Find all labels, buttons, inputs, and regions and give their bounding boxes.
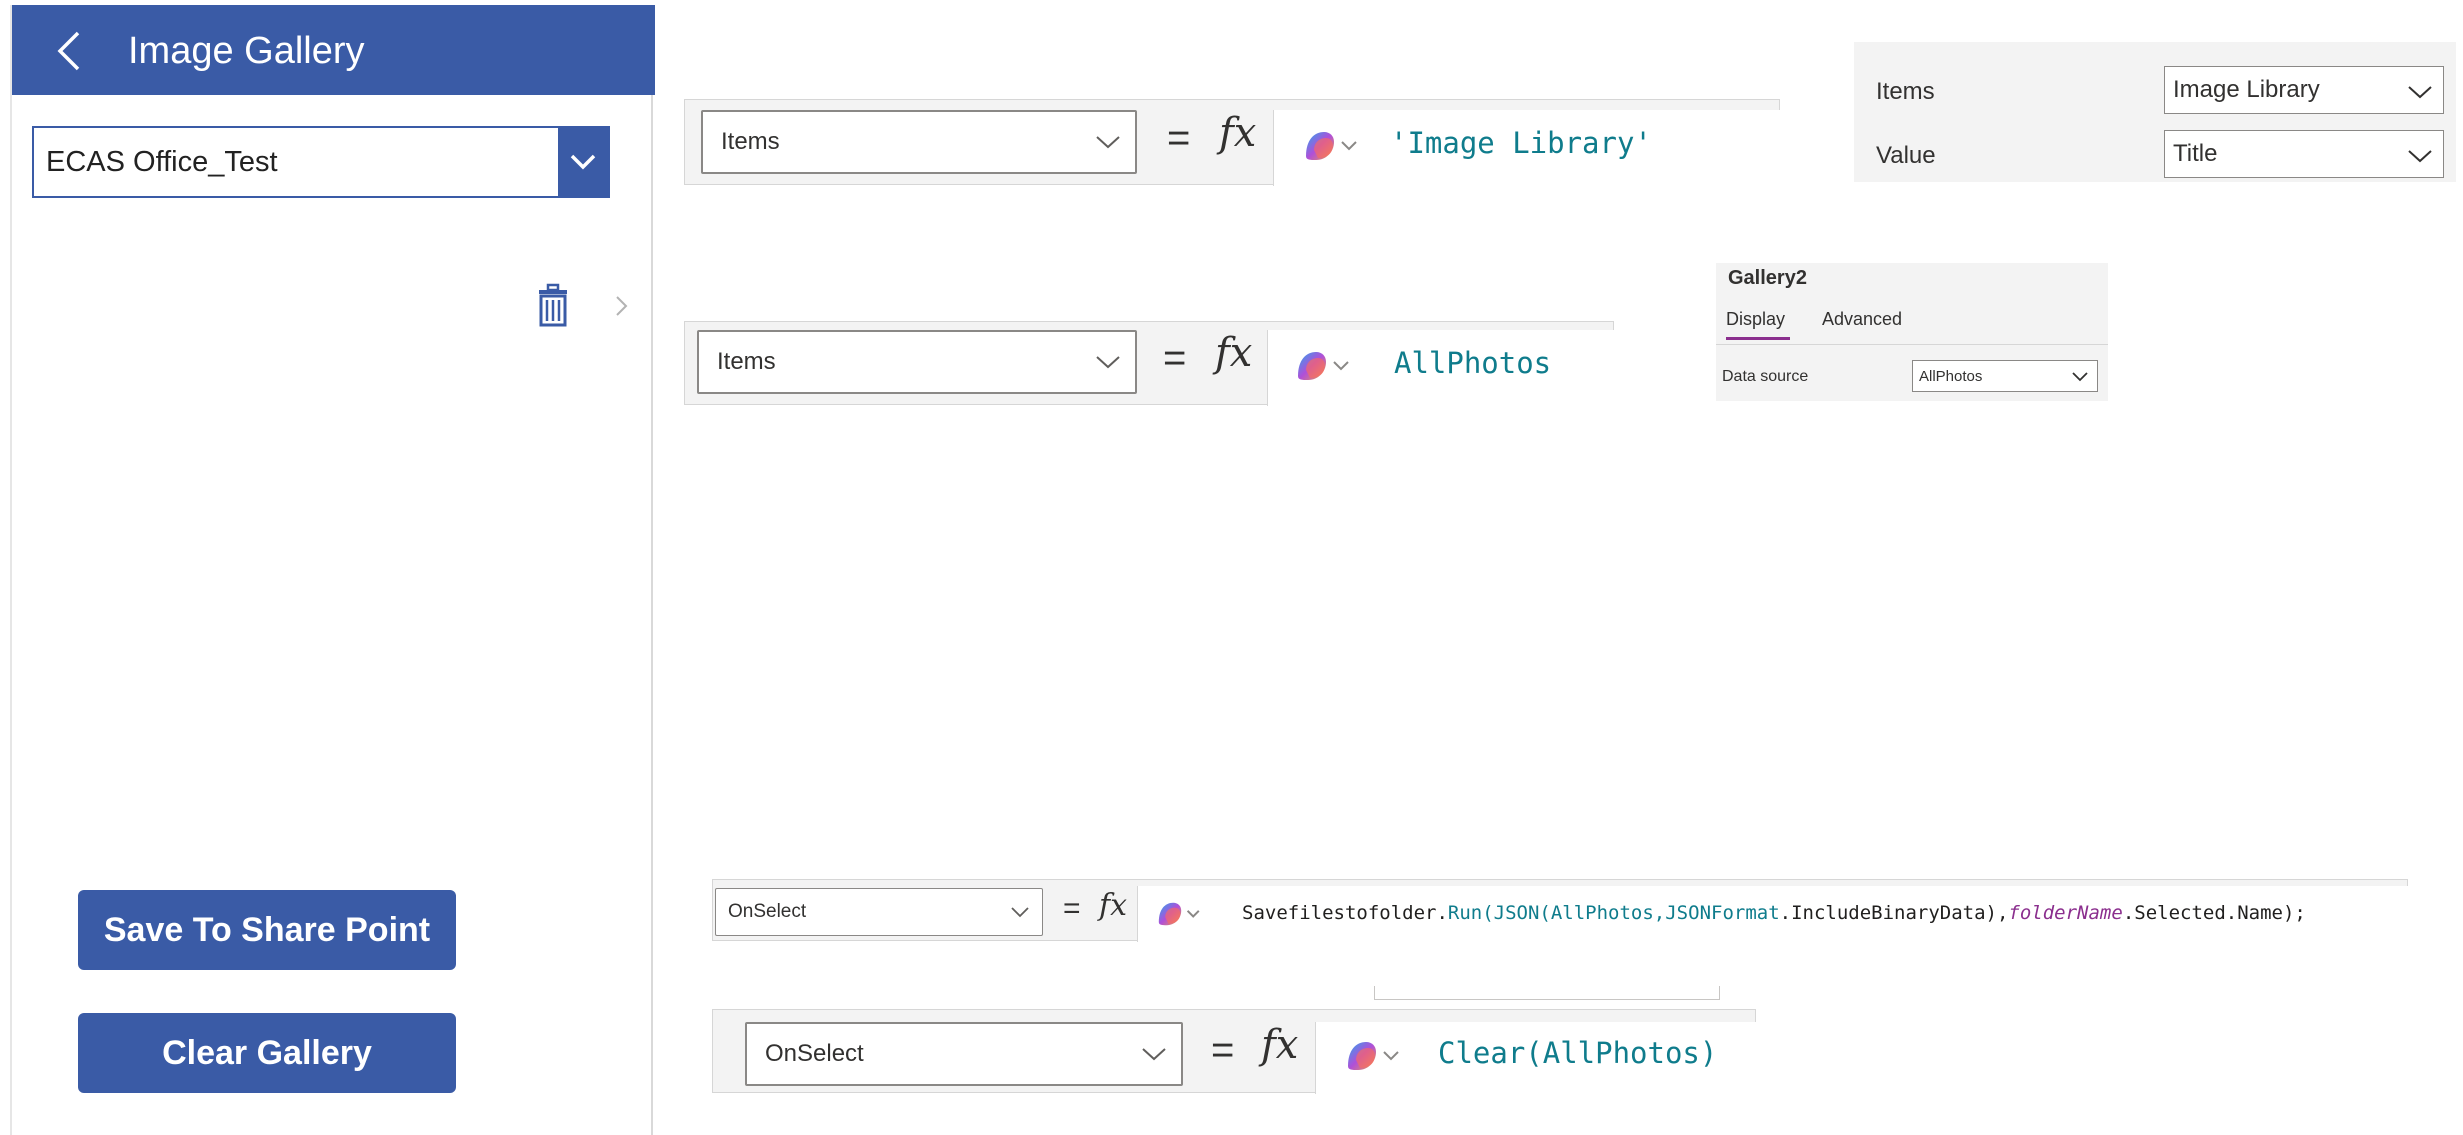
- data-source-dropdown[interactable]: AllPhotos: [1912, 360, 2098, 392]
- value-property-label: Value: [1876, 142, 1936, 169]
- code-binary-arg: .IncludeBinaryData),: [1779, 902, 2009, 924]
- background-control-fragment: [1374, 986, 1720, 1000]
- formula-code: 'Image Library': [1390, 126, 1652, 160]
- property-selector[interactable]: OnSelect: [715, 888, 1043, 936]
- copilot-icon[interactable]: [1154, 898, 1202, 930]
- property-name: OnSelect: [728, 901, 807, 922]
- app-header: Image Gallery: [12, 5, 655, 95]
- value-property-value: Title: [2173, 140, 2218, 167]
- formula-editor[interactable]: 'Image Library': [1273, 110, 1781, 186]
- items-property-value: Image Library: [2173, 76, 2320, 103]
- dropdown-toggle-button[interactable]: [558, 128, 608, 196]
- formula-bar-save: OnSelect = fx Savefilestofolder.Run(JSON…: [712, 879, 2409, 942]
- active-tab-underline: [1726, 337, 1790, 340]
- divider: [1716, 344, 2108, 345]
- back-chevron-icon[interactable]: [50, 29, 90, 73]
- code-control-ref: folderName: [2008, 902, 2123, 924]
- property-selector[interactable]: Items: [701, 110, 1137, 174]
- chevron-down-icon: [2408, 86, 2432, 99]
- equals-sign: =: [1063, 892, 1081, 925]
- fx-icon: fx: [1099, 888, 1128, 923]
- value-property-dropdown[interactable]: Title: [2164, 130, 2444, 178]
- clear-gallery-button[interactable]: Clear Gallery: [78, 1013, 456, 1093]
- chevron-down-icon: [570, 154, 596, 170]
- equals-sign: =: [1167, 116, 1191, 160]
- folder-dropdown-value: ECAS Office_Test: [46, 146, 278, 178]
- copilot-icon[interactable]: [1300, 126, 1360, 166]
- formula-bar-items-gallery: Items = fx AllPhotos: [684, 321, 1615, 406]
- items-property-label: Items: [1876, 78, 1935, 105]
- property-name: Items: [721, 128, 780, 155]
- chevron-right-icon[interactable]: [612, 289, 632, 323]
- data-source-value: AllPhotos: [1919, 368, 1983, 385]
- equals-sign: =: [1211, 1028, 1235, 1072]
- chevron-down-icon: [1142, 1048, 1166, 1061]
- chevron-down-icon: [2408, 150, 2432, 163]
- formula-code: Clear(AllPhotos): [1438, 1036, 1718, 1070]
- copilot-icon[interactable]: [1342, 1036, 1402, 1076]
- property-name: Items: [717, 348, 776, 375]
- formula-code: Savefilestofolder.Run(JSON(AllPhotos,JSO…: [1242, 902, 2306, 924]
- formula-editor[interactable]: Savefilestofolder.Run(JSON(AllPhotos,JSO…: [1137, 886, 2409, 942]
- formula-editor[interactable]: Clear(AllPhotos): [1315, 1022, 1757, 1094]
- control-name: Gallery2: [1728, 267, 1807, 289]
- formula-bar-items-library: Items = fx 'Image Library': [684, 99, 1781, 186]
- folder-dropdown[interactable]: ECAS Office_Test: [32, 126, 610, 198]
- code-flow-name: Savefilestofolder.: [1242, 902, 1448, 924]
- tab-display[interactable]: Display: [1726, 309, 1785, 330]
- equals-sign: =: [1163, 336, 1187, 380]
- chevron-down-icon: [1096, 136, 1120, 149]
- data-source-label: Data source: [1722, 368, 1809, 385]
- chevron-down-icon: [1096, 356, 1120, 369]
- chevron-down-icon: [1011, 907, 1029, 918]
- fx-icon: fx: [1219, 110, 1257, 156]
- copilot-icon[interactable]: [1292, 346, 1352, 386]
- formula-editor[interactable]: AllPhotos: [1267, 330, 1615, 406]
- code-run-call: Run(JSON(AllPhotos,JSONFormat: [1447, 902, 1780, 924]
- app-canvas: Image Gallery ECAS Office_Test Save To S…: [10, 5, 655, 1135]
- dropdown-properties-panel: Items Image Library Value Title: [1854, 42, 2456, 182]
- chevron-down-icon: [2072, 372, 2088, 382]
- property-selector[interactable]: Items: [697, 330, 1137, 394]
- property-name: OnSelect: [765, 1040, 864, 1067]
- page-title: Image Gallery: [128, 30, 365, 72]
- formula-code: AllPhotos: [1394, 346, 1552, 380]
- save-to-sharepoint-button[interactable]: Save To Share Point: [78, 890, 456, 970]
- tab-advanced[interactable]: Advanced: [1822, 309, 1902, 330]
- items-property-dropdown[interactable]: Image Library: [2164, 66, 2444, 114]
- gallery-properties-panel: Gallery2 Display Advanced Data source Al…: [1716, 263, 2108, 401]
- fx-icon: fx: [1261, 1022, 1299, 1068]
- formula-bar-clear: OnSelect = fx Clear(AllPhotos): [712, 1009, 1757, 1094]
- fx-icon: fx: [1215, 330, 1253, 376]
- code-selected-name: .Selected.Name);: [2122, 902, 2306, 924]
- property-selector[interactable]: OnSelect: [745, 1022, 1183, 1086]
- trash-icon[interactable]: [536, 283, 570, 327]
